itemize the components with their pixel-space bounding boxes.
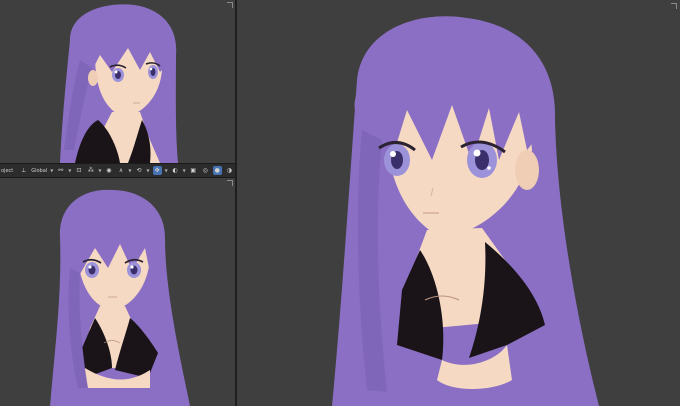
viewport-top-left[interactable] — [0, 0, 235, 163]
chevron-down-icon[interactable]: ▼ — [147, 168, 150, 173]
shading-wireframe-icon[interactable]: ◎ — [201, 166, 210, 175]
orientation-icon[interactable]: ⟂ — [19, 166, 28, 175]
overlay-icon[interactable]: ◐ — [171, 166, 180, 175]
chevron-down-icon[interactable]: ▼ — [98, 168, 101, 173]
snap-icon[interactable]: ⊡ — [74, 166, 83, 175]
character-3-4-view — [60, 4, 178, 163]
viewport-bottom-left[interactable] — [0, 178, 235, 406]
chevron-down-icon[interactable]: ▼ — [165, 168, 168, 173]
transform-orientation-dropdown[interactable]: Global — [31, 168, 47, 174]
snap-target-icon[interactable]: ⁂ — [86, 166, 95, 175]
visibility-icon[interactable]: ⟲ — [135, 166, 144, 175]
chevron-down-icon[interactable]: ▼ — [68, 168, 71, 173]
chevron-down-icon[interactable]: ▼ — [183, 168, 186, 173]
viewport-header-toolbar: oject ⟂ Global ▼ ⚯ ▼ ⊡ ⁂ ▼ ◉ ∧ ▼ ⟲ ▼ ✥ ▼… — [0, 163, 252, 178]
character-front-view — [50, 189, 190, 406]
chevron-down-icon[interactable]: ▼ — [128, 168, 131, 173]
pivot-icon[interactable]: ⚯ — [56, 166, 65, 175]
gizmo-icon[interactable]: ✥ — [152, 166, 162, 175]
shading-material-icon[interactable]: ◑ — [225, 166, 234, 175]
falloff-icon[interactable]: ∧ — [116, 166, 125, 175]
character-closeup — [332, 16, 599, 406]
mode-label[interactable]: oject — [1, 168, 13, 174]
shading-solid-icon[interactable]: ● — [212, 166, 222, 175]
xray-icon[interactable]: ▣ — [189, 166, 198, 175]
viewport-right[interactable] — [237, 0, 680, 406]
proportional-edit-icon[interactable]: ◉ — [104, 166, 113, 175]
chevron-down-icon[interactable]: ▼ — [50, 168, 53, 173]
